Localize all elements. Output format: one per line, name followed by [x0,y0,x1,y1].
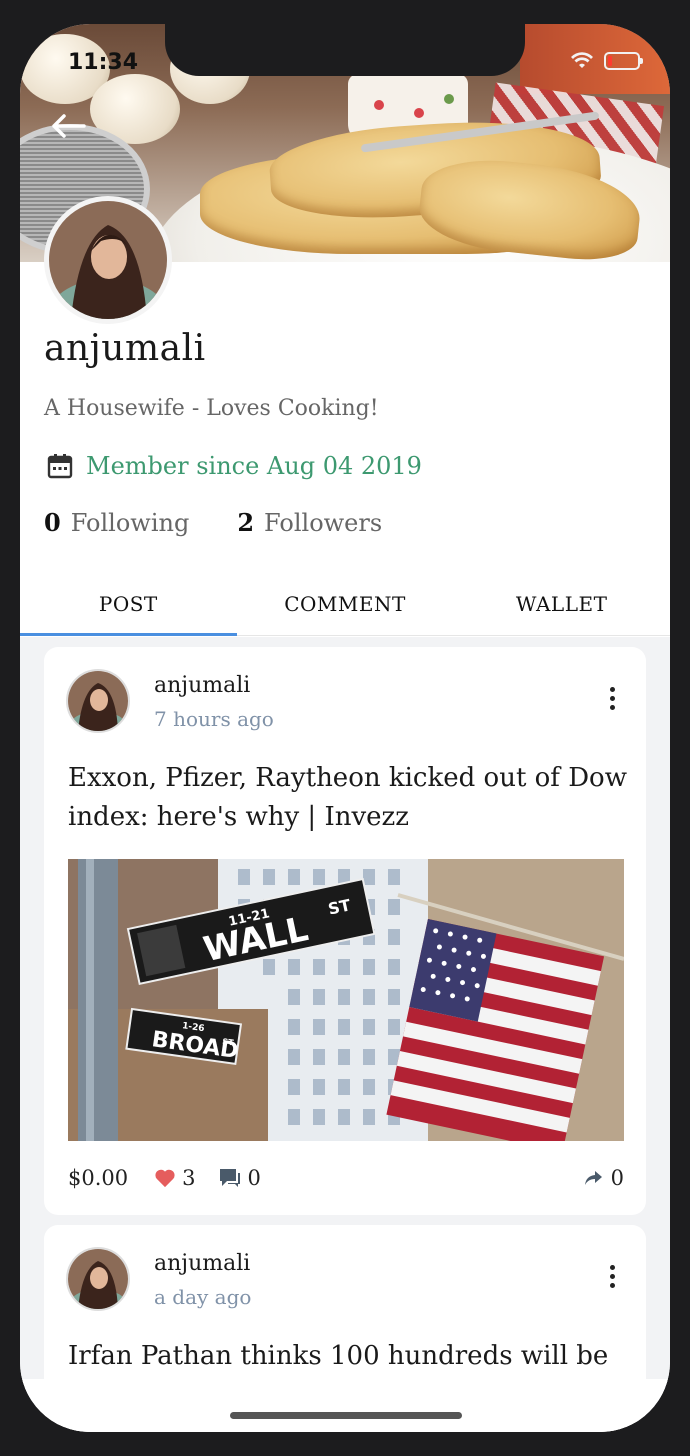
bottom-safe-area [20,1379,670,1432]
back-arrow-icon[interactable] [50,112,90,140]
post-value: $0.00 [68,1166,129,1190]
post-card[interactable]: anjumali 7 hours ago Exxon, Pfizer, Rayt… [44,647,646,1215]
post-feed: anjumali 7 hours ago Exxon, Pfizer, Rayt… [20,637,670,1432]
like-button[interactable]: 3 [154,1166,196,1190]
profile-tabs: POST COMMENT WALLET [20,572,670,636]
phone-frame: 11:34 anjumali A Housewife - Loves Cooki… [0,0,690,1456]
following-count: 0 [44,508,61,537]
avatar-image [68,1249,128,1309]
wifi-icon [571,52,593,68]
tab-post[interactable]: POST [20,572,237,636]
following-label: Following [70,509,190,537]
comment-icon [219,1169,240,1187]
tab-wallet[interactable]: WALLET [453,572,670,635]
post-image[interactable]: 11-21 WALL ST 1-26 BROAD ST [68,859,624,1141]
post-title[interactable]: Exxon, Pfizer, Raytheon kicked out of Do… [68,759,628,837]
device-notch [165,24,525,76]
member-since-row: Member since Aug 04 2019 [46,452,422,480]
avatar-image [68,671,128,731]
post-author-name[interactable]: anjumali [154,673,250,698]
calendar-icon [47,454,73,479]
post-timestamp: a day ago [154,1285,252,1309]
app-screen: 11:34 anjumali A Housewife - Loves Cooki… [20,24,670,1432]
street-suffix-2: ST [222,1037,235,1048]
post-timestamp: 7 hours ago [154,707,274,731]
more-options-icon[interactable] [604,1265,620,1293]
member-since-text: Member since Aug 04 2019 [86,452,422,480]
tab-comment[interactable]: COMMENT [237,572,454,635]
share-count: 0 [610,1166,624,1190]
comment-button[interactable]: 0 [218,1166,261,1190]
post-author-avatar[interactable] [66,669,130,733]
following-stat[interactable]: 0 Following [44,508,189,537]
avatar-image [49,201,167,319]
followers-count: 2 [237,508,255,537]
like-count: 3 [182,1166,196,1190]
profile-bio: A Housewife - Loves Cooking! [44,396,379,421]
share-arrow-icon [584,1171,602,1185]
post-actions: $0.00 3 0 0 [68,1161,624,1195]
more-options-icon[interactable] [604,687,620,715]
home-indicator[interactable] [230,1412,462,1419]
battery-icon [604,52,643,70]
post-author-avatar[interactable] [66,1247,130,1311]
comment-count: 0 [247,1166,261,1190]
heart-icon [155,1169,175,1188]
wall-street-photo: 11-21 WALL ST 1-26 BROAD ST [68,859,624,1141]
post-title[interactable]: Irfan Pathan thinks 100 hundreds will be [68,1337,628,1376]
profile-avatar[interactable] [44,196,172,324]
post-author-name[interactable]: anjumali [154,1251,250,1276]
follow-stats: 0 Following 2 Followers [44,508,382,537]
followers-stat[interactable]: 2 Followers [237,508,382,537]
share-button[interactable]: 0 [583,1166,624,1190]
status-indicators [570,52,643,70]
followers-label: Followers [264,509,383,537]
profile-username: anjumali [44,328,206,369]
status-time: 11:34 [68,50,139,75]
